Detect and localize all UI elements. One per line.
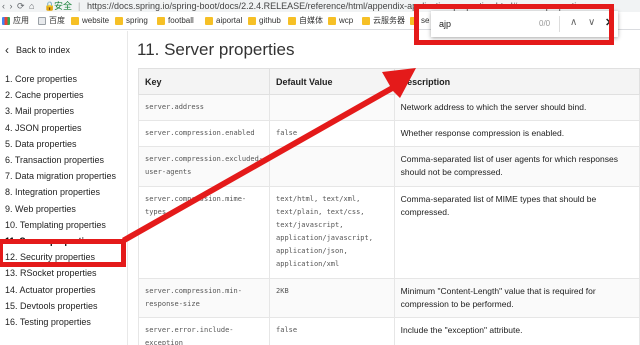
folder-icon <box>157 17 165 25</box>
nav-buttons[interactable]: ‹ › ⟳ ⌂ <box>2 0 35 12</box>
toc-item-templating[interactable]: 10. Templating properties <box>5 220 123 231</box>
cell-description: Network address to which the server shou… <box>393 94 640 121</box>
folder-icon <box>362 17 370 25</box>
toc-item-json[interactable]: 4. JSON properties <box>5 123 123 134</box>
table-row: server.error.include-exception false Inc… <box>137 317 640 345</box>
toc-list: 1. Core properties 2. Cache properties 3… <box>5 74 123 333</box>
folder-icon <box>71 17 79 25</box>
bookmark-github[interactable]: github <box>248 12 281 29</box>
column-header-default: Default Value <box>269 68 395 95</box>
toc-item-cache[interactable]: 2. Cache properties <box>5 90 123 101</box>
folder-icon <box>115 17 123 25</box>
toc-item-web[interactable]: 9. Web properties <box>5 204 123 215</box>
cell-default <box>269 94 395 121</box>
toc-item-integration[interactable]: 8. Integration properties <box>5 187 123 198</box>
cell-default <box>269 146 395 187</box>
cell-description: Comma-separated list of user agents for … <box>393 146 640 187</box>
bookmark-baidu[interactable]: 百度 <box>38 12 65 29</box>
back-to-index-link[interactable]: ‹ Back to index <box>5 42 71 57</box>
table-row: server.compression.excluded-user-agents … <box>137 146 640 187</box>
bookmark-zimeiti[interactable]: 自媒体 <box>288 12 323 29</box>
main-content: 11. Server properties Key Default Value … <box>128 31 640 345</box>
cell-description: Comma-separated list of MIME types that … <box>393 186 640 279</box>
folder-icon <box>248 17 256 25</box>
back-label: Back to index <box>16 45 71 55</box>
toc-item-transaction[interactable]: 6. Transaction properties <box>5 155 123 166</box>
page-title: 11. Server properties <box>137 40 295 59</box>
bookmark-website[interactable]: website <box>71 12 109 29</box>
find-bar-highlight-box <box>414 4 614 45</box>
chevron-left-icon: ‹ <box>5 42 9 57</box>
toc-item-devtools[interactable]: 15. Devtools properties <box>5 301 123 312</box>
cell-default: false <box>269 317 395 345</box>
toc-item-core[interactable]: 1. Core properties <box>5 74 123 85</box>
cell-key: server.compression.min-response-size <box>137 278 271 318</box>
cell-key: server.compression.enabled <box>137 120 271 147</box>
table-row: server.compression.mime-types text/html,… <box>137 186 640 279</box>
bookmark-wcp[interactable]: wcp <box>328 12 353 29</box>
toc-item-testing[interactable]: 16. Testing properties <box>5 317 123 328</box>
cell-key: server.compression.excluded-user-agents <box>137 146 271 187</box>
properties-table: Key Default Value Description server.add… <box>137 68 640 345</box>
toc-item-data-migration[interactable]: 7. Data migration properties <box>5 171 123 182</box>
server-item-highlight-box <box>0 239 126 267</box>
cell-description: Include the "exception" attribute. <box>393 317 640 345</box>
cell-description: Whether response compression is enabled. <box>393 120 640 147</box>
table-header-row: Key Default Value Description <box>137 68 640 95</box>
cell-default: false <box>269 120 395 147</box>
address-separator: | <box>78 1 81 11</box>
bookmark-apps[interactable]: 应用 <box>2 12 29 29</box>
sidebar: ‹ Back to index 1. Core properties 2. Ca… <box>0 31 128 345</box>
folder-icon <box>328 17 336 25</box>
folder-icon <box>205 17 213 25</box>
toc-item-actuator[interactable]: 14. Actuator properties <box>5 285 123 296</box>
toc-item-data[interactable]: 5. Data properties <box>5 139 123 150</box>
bookmark-cloud-server[interactable]: 云服务器 <box>362 12 405 29</box>
cell-key: server.error.include-exception <box>137 317 271 345</box>
column-header-key: Key <box>137 68 271 95</box>
secure-label: 安全 <box>54 1 73 11</box>
cell-key: server.compression.mime-types <box>137 186 271 279</box>
bookmark-spring[interactable]: spring <box>115 12 148 29</box>
folder-icon <box>288 17 296 25</box>
toc-item-mail[interactable]: 3. Mail properties <box>5 106 123 117</box>
bookmark-football[interactable]: football <box>157 12 194 29</box>
table-row: server.address Network address to which … <box>137 94 640 121</box>
cell-key: server.address <box>137 94 271 121</box>
apps-icon <box>2 17 10 25</box>
cell-default: text/html, text/xml, text/plain, text/cs… <box>269 186 395 279</box>
cell-description: Minimum "Content-Length" value that is r… <box>393 278 640 318</box>
table-row: server.compression.enabled false Whether… <box>137 120 640 147</box>
bookmark-aiportal[interactable]: aiportal <box>205 12 242 29</box>
column-header-description: Description <box>393 68 640 95</box>
bookmark-icon <box>38 17 46 25</box>
cell-default: 2KB <box>269 278 395 318</box>
table-row: server.compression.min-response-size 2KB… <box>137 278 640 318</box>
toc-item-rsocket[interactable]: 13. RSocket properties <box>5 268 123 279</box>
